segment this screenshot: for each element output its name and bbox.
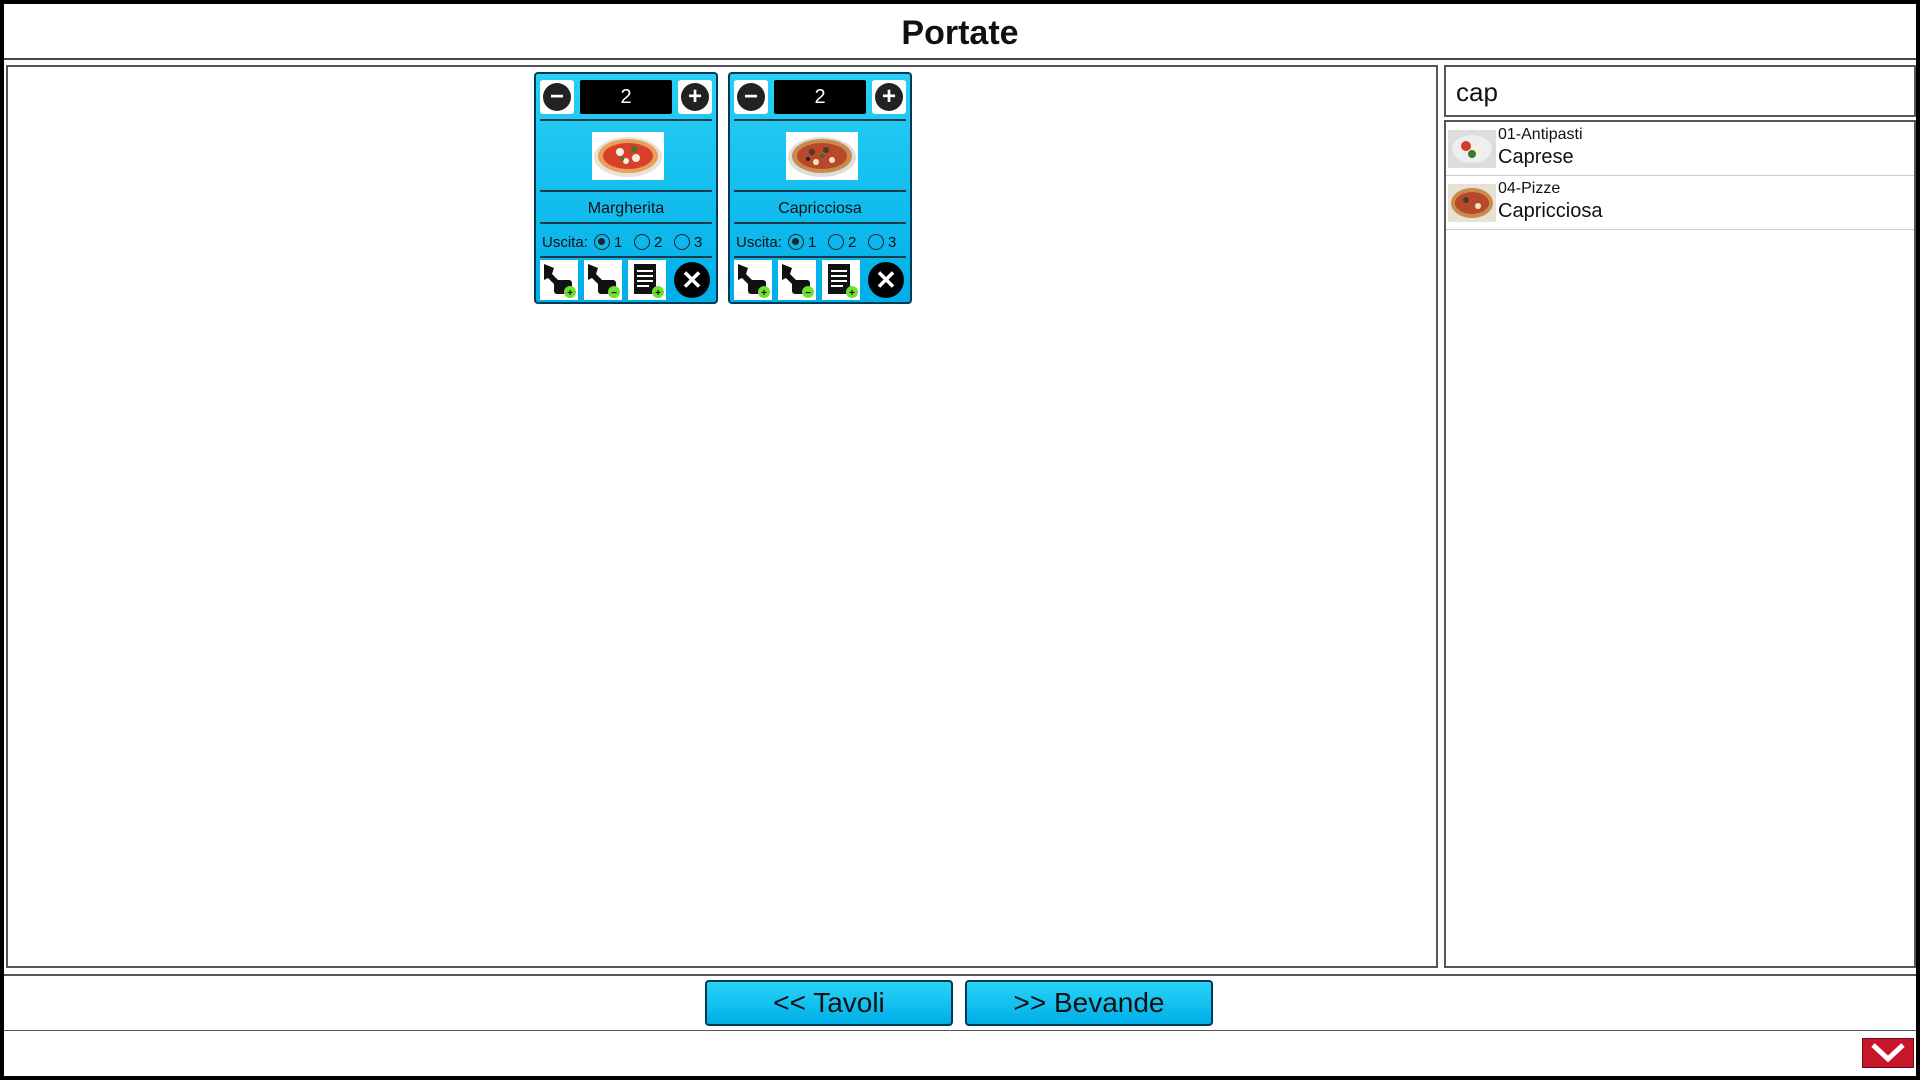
- back-tables-button[interactable]: << Tavoli: [705, 980, 953, 1026]
- divider: [540, 222, 712, 224]
- divider: [540, 119, 712, 121]
- svg-text:+: +: [761, 288, 767, 299]
- course-radio-label: 1: [808, 234, 817, 251]
- close-icon: ✕: [681, 265, 703, 295]
- search-results: 01-Antipasti Caprese 04-Pizze Capriccios…: [1444, 120, 1916, 968]
- divider: [540, 190, 712, 192]
- add-ingredient-button[interactable]: +: [540, 260, 578, 300]
- course-label: Uscita:: [736, 234, 782, 251]
- card-actions: + − + ✕: [734, 260, 906, 300]
- add-ingredient-button[interactable]: +: [734, 260, 772, 300]
- course-label: Uscita:: [542, 234, 588, 251]
- app-frame: Portate − 2 + Margherita Uscita: 1 2 3 +…: [4, 4, 1916, 1076]
- add-note-button[interactable]: +: [822, 260, 860, 300]
- remove-item-button[interactable]: ✕: [674, 262, 710, 298]
- course-radio-1[interactable]: [788, 234, 804, 250]
- divider: [734, 222, 906, 224]
- add-ingredient-icon: +: [544, 264, 576, 299]
- course-radio-label: 2: [848, 234, 857, 251]
- quantity-value: 2: [774, 80, 866, 114]
- remove-ingredient-button[interactable]: −: [778, 260, 816, 300]
- item-thumbnail: [1448, 130, 1496, 168]
- order-card: − 2 + Capricciosa Uscita: 1 2 3 + − + ✕: [728, 72, 912, 304]
- decrease-button[interactable]: −: [734, 80, 768, 114]
- add-note-button[interactable]: +: [628, 260, 666, 300]
- minus-icon: −: [737, 83, 765, 111]
- list-item[interactable]: 01-Antipasti Caprese: [1446, 122, 1914, 176]
- item-name: Capricciosa: [1498, 200, 1603, 222]
- course-radio-label: 3: [888, 234, 897, 251]
- note-icon: +: [634, 264, 664, 299]
- divider: [734, 190, 906, 192]
- course-radio-label: 2: [654, 234, 663, 251]
- divider: [4, 1030, 1916, 1031]
- dish-name: Capricciosa: [778, 200, 862, 217]
- note-icon: +: [828, 264, 858, 299]
- item-category: 01-Antipasti: [1498, 126, 1583, 143]
- svg-text:−: −: [611, 288, 617, 299]
- course-selector: Uscita: 1 2 3: [542, 232, 718, 254]
- dish-image: [786, 132, 858, 180]
- divider: [4, 974, 1916, 976]
- item-name: Caprese: [1498, 146, 1574, 168]
- svg-text:+: +: [849, 288, 855, 299]
- course-radio-label: 3: [694, 234, 703, 251]
- increase-button[interactable]: +: [678, 80, 712, 114]
- svg-text:+: +: [655, 288, 661, 299]
- divider: [540, 256, 712, 258]
- quantity-stepper: − 2 +: [734, 78, 906, 116]
- dish-image: [592, 132, 664, 180]
- svg-text:−: −: [805, 288, 811, 299]
- course-selector: Uscita: 1 2 3: [736, 232, 912, 254]
- page-title: Portate: [901, 14, 1019, 52]
- course-radio-1[interactable]: [594, 234, 610, 250]
- item-thumbnail: [1448, 184, 1496, 222]
- add-ingredient-icon: +: [738, 264, 770, 299]
- svg-text:+: +: [567, 288, 573, 299]
- title-bar: Portate: [4, 4, 1916, 60]
- chevron-down-icon: [1871, 1043, 1905, 1063]
- remove-item-button[interactable]: ✕: [868, 262, 904, 298]
- divider: [734, 256, 906, 258]
- course-radio-3[interactable]: [674, 234, 690, 250]
- next-drinks-button[interactable]: >> Bevande: [965, 980, 1213, 1026]
- minus-icon: −: [543, 83, 571, 111]
- collapse-button[interactable]: [1862, 1038, 1914, 1068]
- close-icon: ✕: [875, 265, 897, 295]
- course-radio-2[interactable]: [634, 234, 650, 250]
- course-radio-2[interactable]: [828, 234, 844, 250]
- dish-name: Margherita: [587, 200, 665, 217]
- quantity-stepper: − 2 +: [540, 78, 712, 116]
- decrease-button[interactable]: −: [540, 80, 574, 114]
- list-item[interactable]: 04-Pizze Capricciosa: [1446, 176, 1914, 230]
- course-radio-3[interactable]: [868, 234, 884, 250]
- remove-ingredient-icon: −: [588, 264, 620, 299]
- order-panel: [6, 65, 1438, 968]
- search-input[interactable]: [1454, 75, 1898, 109]
- item-category: 04-Pizze: [1498, 180, 1561, 197]
- order-card: − 2 + Margherita Uscita: 1 2 3 + − + ✕: [534, 72, 718, 304]
- remove-ingredient-icon: −: [782, 264, 814, 299]
- divider: [734, 119, 906, 121]
- remove-ingredient-button[interactable]: −: [584, 260, 622, 300]
- card-actions: + − + ✕: [540, 260, 712, 300]
- course-radio-label: 1: [614, 234, 623, 251]
- quantity-value: 2: [580, 80, 672, 114]
- increase-button[interactable]: +: [872, 80, 906, 114]
- plus-icon: +: [875, 83, 903, 111]
- search-box: [1444, 65, 1916, 117]
- plus-icon: +: [681, 83, 709, 111]
